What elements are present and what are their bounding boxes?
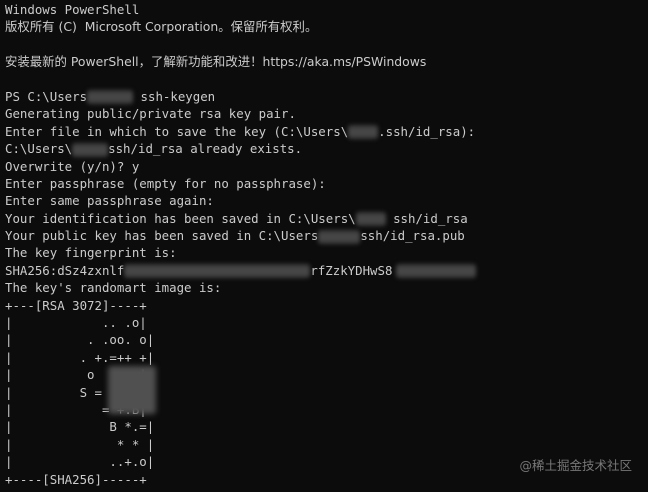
redacted-randomart xyxy=(108,366,156,414)
output-enter-file: Enter file in which to save the key (C:\… xyxy=(5,123,648,140)
identification-suffix: ssh/id_rsa xyxy=(385,210,468,226)
fingerprint-middle: rfZzkYDHwS8 xyxy=(310,262,393,278)
prompt-line: PS C:\Users ssh-keygen xyxy=(5,88,648,105)
prompt-prefix: PS C:\Users xyxy=(5,88,88,104)
randomart-line: | S = | xyxy=(5,384,147,400)
randomart-line: | o | xyxy=(5,367,147,383)
redacted-username xyxy=(348,125,379,140)
powershell-terminal[interactable]: Windows PowerShell 版权所有 (C) Microsoft Co… xyxy=(0,0,648,492)
exists-prefix: C:\Users\ xyxy=(5,141,73,157)
output-passphrase: Enter passphrase (empty for no passphras… xyxy=(5,175,326,191)
randomart-line: | * * | xyxy=(5,436,155,452)
identification-prefix: Your identification has been saved in C:… xyxy=(5,210,356,226)
install-hint-line: 安装最新的 PowerShell，了解新功能和改进！https://aka.ms… xyxy=(5,54,427,70)
randomart-line: | . +.=++ +| xyxy=(5,349,155,365)
output-public-key: Your public key has been saved in C:\Use… xyxy=(5,227,648,244)
redacted-fingerprint xyxy=(124,264,311,279)
output-exists: C:\Users\ ssh/id_rsa already exists. xyxy=(5,140,648,157)
output-fingerprint-label: The key fingerprint is: xyxy=(5,245,177,261)
output-overwrite: Overwrite (y/n)? y xyxy=(5,158,140,174)
randomart-line: | = +.B| xyxy=(5,401,147,417)
output-fingerprint: SHA256:dSz4zxnlf rfZzkYDHwS8 xyxy=(5,262,648,279)
redacted-username xyxy=(72,142,109,157)
enter-file-prefix: Enter file in which to save the key (C:\… xyxy=(5,123,349,139)
output-identification: Your identification has been saved in C:… xyxy=(5,210,648,227)
randomart-line: | B *.=| xyxy=(5,419,155,435)
output-randomart-label: The key's randomart image is: xyxy=(5,280,222,296)
output-generating: Generating public/private rsa key pair. xyxy=(5,106,296,122)
redacted-username xyxy=(318,229,361,244)
watermark: @稀土掘金技术社区 xyxy=(519,457,632,473)
randomart-line: +---[RSA 3072]----+ xyxy=(5,297,147,313)
public-key-suffix: ssh/id_rsa.pub xyxy=(360,228,465,244)
redacted-username xyxy=(355,212,386,227)
command-text: ssh-keygen xyxy=(133,88,216,104)
public-key-prefix: Your public key has been saved in C:\Use… xyxy=(5,228,319,244)
copyright-line: 版权所有 (C) Microsoft Corporation。保留所有权利。 xyxy=(5,19,318,35)
exists-suffix: ssh/id_rsa already exists. xyxy=(108,141,303,157)
redacted-username xyxy=(87,90,134,105)
fingerprint-prefix: SHA256:dSz4zxnlf xyxy=(5,262,125,278)
terminal-header: Windows PowerShell xyxy=(5,2,140,17)
randomart-line: | . .oo. o| xyxy=(5,332,155,348)
enter-file-suffix: .ssh/id_rsa): xyxy=(378,123,476,139)
redacted-fingerprint xyxy=(396,264,477,279)
output-passphrase-again: Enter same passphrase again: xyxy=(5,193,214,209)
randomart-line: | .. .o| xyxy=(5,315,147,331)
